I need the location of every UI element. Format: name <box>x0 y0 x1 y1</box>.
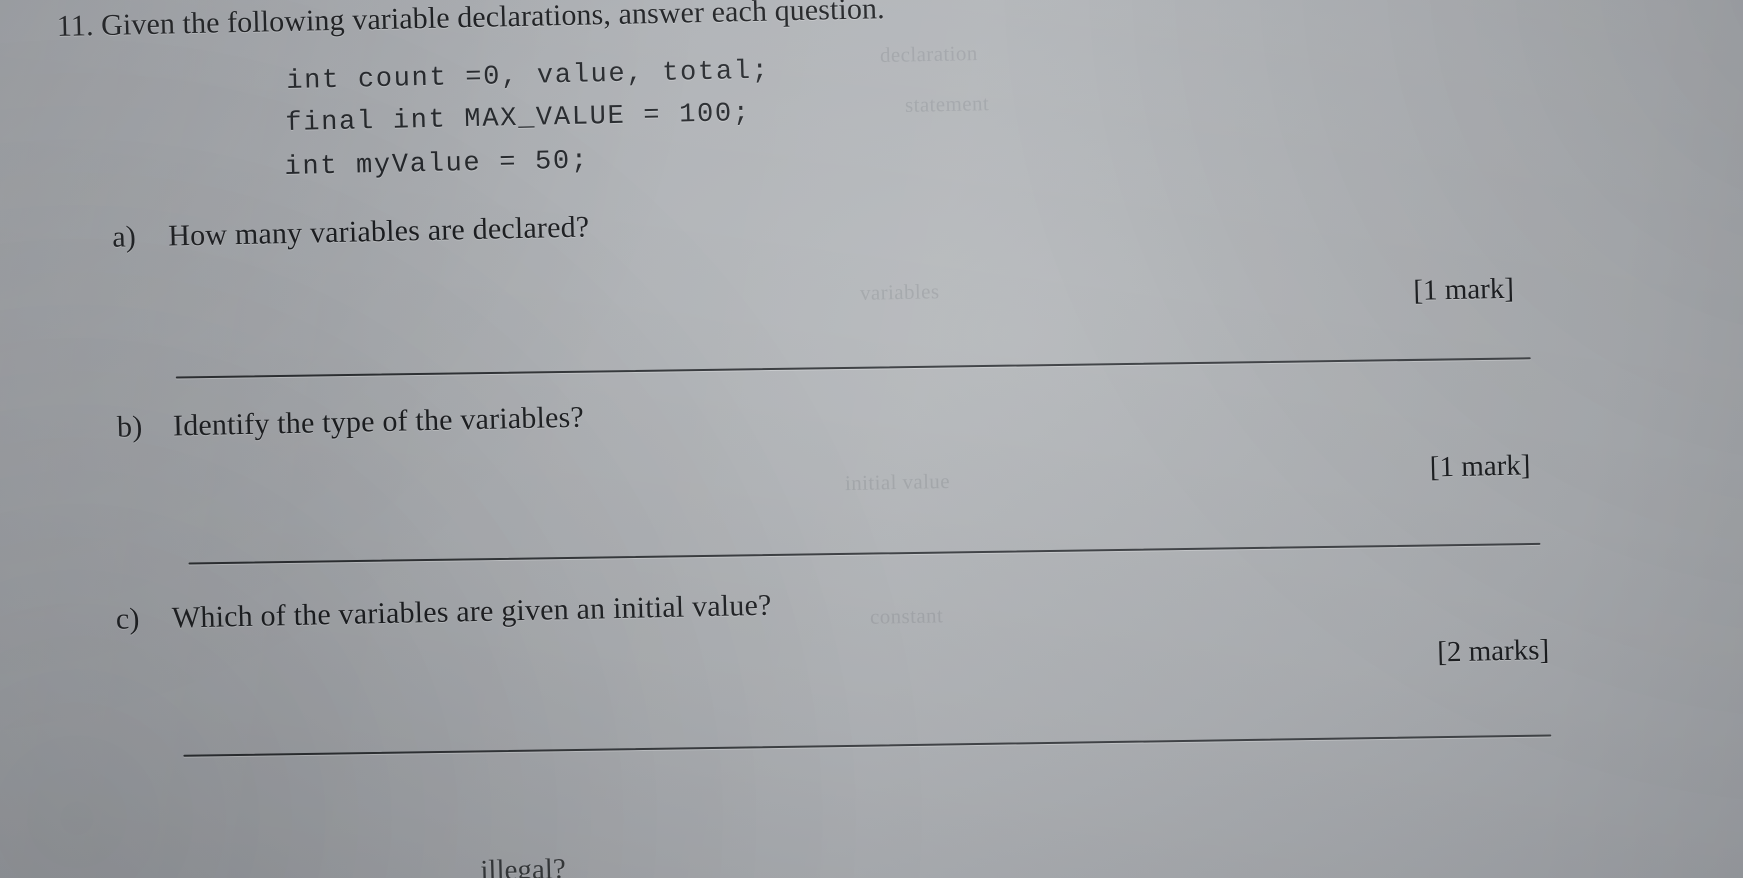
next-question-clipped: illegal? <box>479 853 567 878</box>
paper-sheet: 11. Given the following variable declara… <box>0 0 1743 878</box>
part-a-marks: [1 mark] <box>1412 272 1515 307</box>
code-line-1: int count =0, value, total; <box>285 56 771 97</box>
question-number: 11. <box>56 9 94 43</box>
part-a-label: a) <box>111 220 137 254</box>
answer-line-c <box>183 734 1552 757</box>
answer-line-a <box>175 357 1531 379</box>
part-c-marks: [2 marks] <box>1436 634 1550 669</box>
part-a-text: How many variables are declared? <box>167 210 590 253</box>
answer-line-b <box>188 542 1541 565</box>
part-b-marks: [1 mark] <box>1429 449 1531 484</box>
part-b-text: Identify the type of the variables? <box>172 400 585 443</box>
question-stem-text: Given the following variable declaration… <box>100 0 886 42</box>
question-part-a: a) How many variables are declared? <box>112 211 590 255</box>
exam-page-photo: declaration statement variables initial … <box>0 0 1743 878</box>
part-b-label: b) <box>116 410 143 444</box>
code-line-3: int myValue = 50; <box>284 146 590 184</box>
question-part-b: b) Identify the type of the variables? <box>117 401 585 445</box>
question-part-c: c) Which of the variables are given an in… <box>115 589 771 637</box>
question-stem: 11. Given the following variable declara… <box>56 0 885 44</box>
part-c-label: c) <box>115 602 141 636</box>
code-line-2: final int MAX_VALUE = 100; <box>285 99 752 140</box>
part-c-text: Which of the variables are given an init… <box>171 588 772 635</box>
